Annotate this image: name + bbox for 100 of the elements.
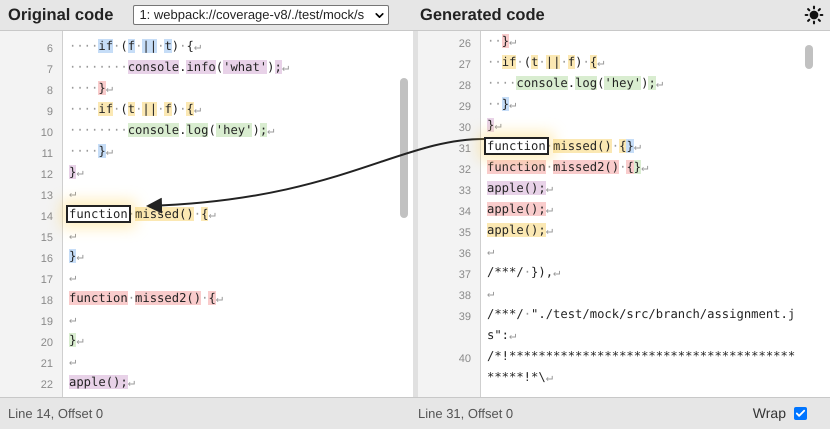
line-number: 9 [46,106,53,118]
code-token: } [98,144,106,158]
code-token: . [179,60,186,74]
line-number: 39 [458,311,471,323]
line-number: 30 [458,122,471,134]
whitespace-marker: ········ [69,123,128,137]
code-token: ; [260,123,268,137]
mapped-token: function [484,137,549,155]
code-token: } [69,165,76,179]
code-token: missed2 [553,160,604,174]
whitespace-marker: ↵ [76,165,84,179]
code-token: () [186,291,202,305]
whitespace-marker: · [113,39,120,53]
code-token: if [98,39,114,53]
code-token: ) [641,76,648,90]
scrollbar-thumb[interactable] [805,45,813,69]
code-token: missed2 [135,291,186,305]
line-number: 31 [458,143,471,155]
code-token: ) [252,123,260,137]
code-token: . [568,76,576,90]
line-number: 22 [40,379,53,391]
code-token: { [201,207,208,221]
code-token: console [516,76,568,90]
line-number: 33 [458,185,471,197]
code-token: console [128,123,180,137]
whitespace-marker: ···· [69,102,98,116]
code-line: ↵ [69,354,76,368]
code-token: t [164,39,172,53]
code-line: /***/·}),↵ [487,265,560,279]
code-line: ↵ [69,312,76,326]
theme-toggle-icon[interactable] [804,5,824,25]
code-token: ( [120,102,128,116]
code-token: log [575,76,598,90]
code-token: { [186,39,194,53]
code-token: apple [487,223,524,237]
code-token: ) [172,39,180,53]
line-number: 19 [40,316,53,328]
pane-title: Generated code [420,4,545,26]
code-token: 'hey' [604,76,642,90]
whitespace-marker: · [612,139,620,153]
code-token: || [142,39,158,53]
code-token: ) [575,55,582,69]
line-number: 13 [40,190,53,202]
code-token: { [626,160,634,174]
whitespace-marker: ↵ [509,97,516,111]
whitespace-marker: ↵ [641,160,648,174]
code-token: () [597,139,612,153]
scrollbar-thumb[interactable] [400,78,408,218]
code-token: 'what' [223,60,268,74]
code-token: log [186,123,208,137]
whitespace-marker: ↵ [282,60,290,74]
wrap-checkbox[interactable] [794,407,807,420]
whitespace-marker: ···· [487,76,516,90]
whitespace-marker: ↵ [634,139,642,153]
code-token: ; [120,375,128,389]
code-token: { [619,139,626,153]
whitespace-marker: · [179,102,186,116]
line-number: 27 [458,59,471,71]
code-token: 'hey' [216,123,252,137]
line-number: 29 [458,101,471,113]
code-token: { [590,55,598,69]
code-token: || [546,55,560,69]
line-number: 18 [40,295,53,307]
wrap-label: Wrap [752,404,786,423]
whitespace-marker: ↵ [128,375,136,389]
code-line: /***/·"./test/mock/src/branch/assignment.js":↵ [487,307,796,342]
line-number: 40 [458,353,471,365]
code-token: console [128,60,180,74]
whitespace-marker: ···· [69,39,98,53]
line-number: 38 [458,290,471,302]
whitespace-marker: ↵ [267,123,274,137]
line-number: 12 [40,169,53,181]
whitespace-marker: ···· [69,144,98,158]
whitespace-marker: · [194,207,202,221]
code-token: ; [274,60,282,74]
line-number: 14 [40,211,53,223]
line-number: 6 [46,43,53,55]
code-token: missed [135,207,180,221]
whitespace-marker: ↵ [509,34,516,48]
code-line: ↵ [69,270,76,284]
line-number: 17 [40,274,53,286]
source-select[interactable]: 1: webpack://coverage-v8/./test/mock/s [133,5,390,25]
code-token: function [69,291,128,305]
line-number: 11 [42,148,53,160]
line-number: 35 [458,227,471,239]
code-token: apple [69,375,106,389]
code-token: { [208,291,216,305]
code-token: ( [208,123,216,137]
pane-title: Original code [8,4,114,26]
code-token: ( [120,39,128,53]
whitespace-marker: ↵ [194,102,202,116]
code-token: () [524,202,538,216]
line-number: 28 [458,80,471,92]
whitespace-marker: ↵ [546,181,554,195]
code-token: ; [648,76,656,90]
code-token: ; [538,223,546,237]
code-line: ↵ [487,286,494,300]
whitespace-marker: ↵ [216,291,224,305]
code-token: f [164,102,172,116]
code-token: } [69,333,76,347]
